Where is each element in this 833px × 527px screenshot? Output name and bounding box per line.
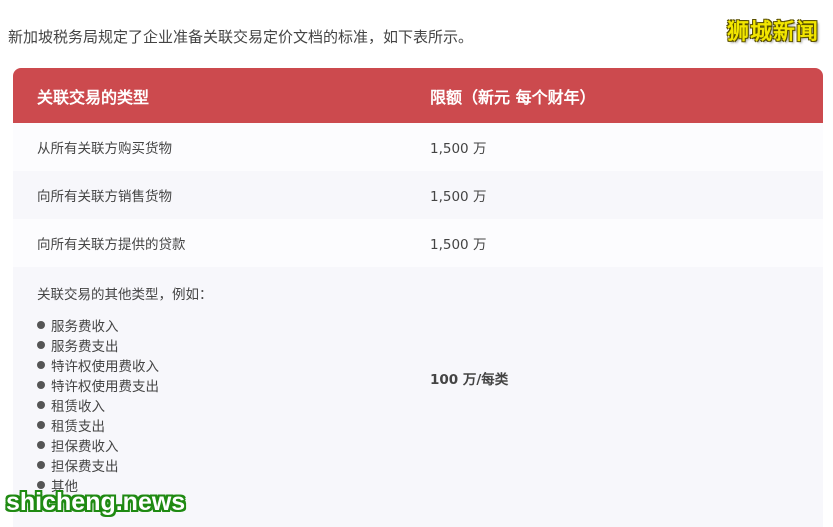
table-row: 从所有关联方购买货物 1,500 万 (13, 123, 823, 171)
bullet-icon (37, 361, 45, 369)
other-types-limit-value: 100 万/每类 (430, 372, 509, 388)
row-type: 向所有关联方销售货物 (37, 189, 172, 205)
header-limit: 限额（新元 每个财年） (430, 87, 596, 107)
list-item: 租赁收入 (37, 395, 406, 415)
bullet-icon (37, 461, 45, 469)
header-type: 关联交易的类型 (37, 87, 150, 107)
list-item: 特许权使用费支出 (37, 375, 406, 395)
row-limit: 1,500 万 (430, 237, 487, 253)
list-item: 担保费收入 (37, 435, 406, 455)
list-item-label: 服务费收入 (51, 319, 119, 335)
list-item-label: 特许权使用费收入 (51, 359, 159, 375)
transfer-pricing-table: 关联交易的类型 限额（新元 每个财年） 从所有关联方购买货物 1,500 万 向… (13, 68, 823, 527)
list-item-label: 服务费支出 (51, 339, 119, 355)
list-item: 服务费收入 (37, 315, 406, 335)
watermark-logo-bottom: shicheng.news (6, 488, 186, 516)
list-item-label: 租赁支出 (51, 419, 105, 435)
bullet-icon (37, 321, 45, 329)
list-item-label: 特许权使用费支出 (51, 379, 159, 395)
list-item: 服务费支出 (37, 335, 406, 355)
intro-paragraph: 新加坡税务局规定了企业准备关联交易定价文档的标准，如下表所示。 (8, 28, 474, 46)
bullet-icon (37, 381, 45, 389)
other-types-list: 服务费收入 服务费支出 特许权使用费收入 特许权使用费支出 租赁收入 租赁支出 … (37, 315, 406, 495)
watermark-logo-top: 狮城新闻 (726, 20, 819, 45)
row-type: 从所有关联方购买货物 (37, 141, 172, 157)
list-item-label: 租赁收入 (51, 399, 105, 415)
other-types-limit: 100 万/每类 (406, 267, 823, 527)
table-row: 向所有关联方销售货物 1,500 万 (13, 171, 823, 219)
other-types-title: 关联交易的其他类型，例如： (37, 287, 213, 303)
list-item-label: 担保费支出 (51, 459, 119, 475)
bullet-icon (37, 421, 45, 429)
list-item: 担保费支出 (37, 455, 406, 475)
row-limit: 1,500 万 (430, 141, 487, 157)
list-item: 特许权使用费收入 (37, 355, 406, 375)
bullet-icon (37, 441, 45, 449)
table-header: 关联交易的类型 限额（新元 每个财年） (13, 68, 823, 123)
bullet-icon (37, 401, 45, 409)
row-limit: 1,500 万 (430, 189, 487, 205)
table-row: 向所有关联方提供的贷款 1,500 万 (13, 219, 823, 267)
list-item: 租赁支出 (37, 415, 406, 435)
row-type: 向所有关联方提供的贷款 (37, 237, 186, 253)
list-item-label: 担保费收入 (51, 439, 119, 455)
bullet-icon (37, 341, 45, 349)
